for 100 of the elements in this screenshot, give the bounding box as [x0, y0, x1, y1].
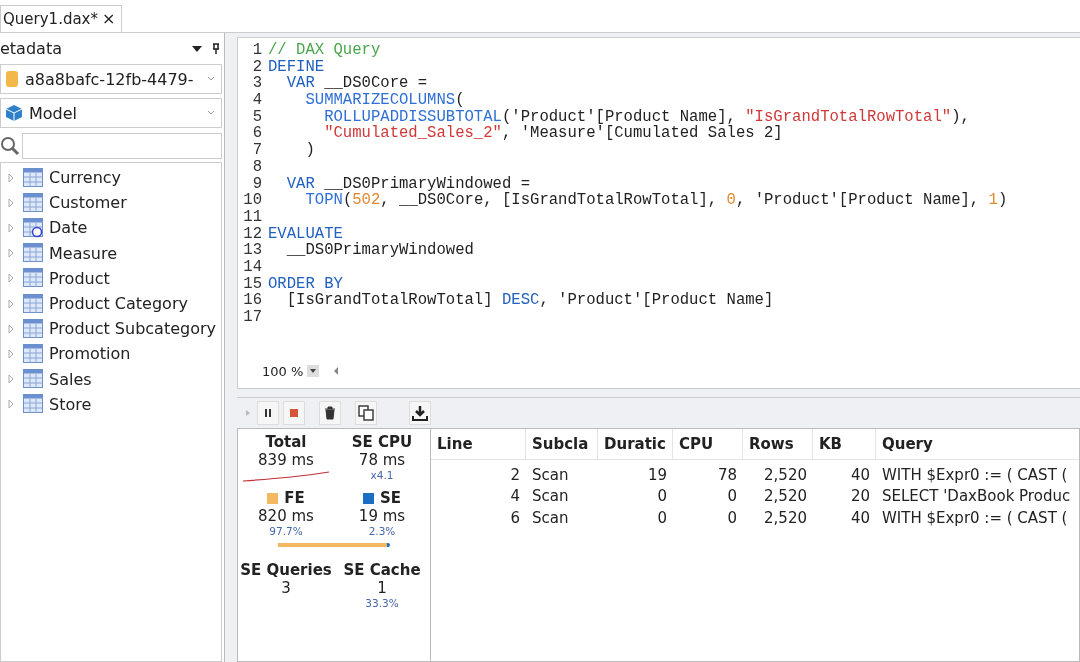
expand-icon[interactable] [7, 323, 15, 334]
line-number: 13 [242, 242, 262, 259]
table-name[interactable]: Customer [49, 193, 127, 213]
stop-icon [289, 407, 299, 419]
column-header[interactable]: CPU [673, 429, 743, 459]
expand-icon[interactable] [7, 248, 15, 259]
column-header[interactable]: Duratic [598, 429, 673, 459]
search-field[interactable] [22, 133, 222, 159]
stat-label: Total [265, 433, 307, 451]
panel-title: etadata [0, 39, 62, 58]
table-cell-text: 2,520 [763, 508, 808, 527]
code-editor[interactable] [237, 37, 1080, 389]
expand-icon[interactable] [7, 399, 15, 410]
query-tab[interactable]: Query1.dax* × [0, 5, 123, 32]
line-number: 1 [251, 42, 262, 59]
table-icon [23, 293, 43, 314]
table-cell-text: WITH $Expr0 := ( CAST ( [881, 508, 1069, 527]
table-name[interactable]: Date [49, 218, 88, 238]
stat-value: 3 [281, 579, 291, 597]
stop-button[interactable] [283, 401, 305, 425]
line-number: 17 [242, 309, 262, 326]
expand-icon[interactable] [7, 172, 15, 183]
code-line: "Cumulated_Sales_2", 'Measure'[Cumulated Sales 2] [323, 125, 783, 143]
table-icon [23, 318, 43, 339]
table-cell-text: 0 [656, 508, 668, 527]
table-name[interactable]: Product Category [49, 294, 188, 314]
export-button[interactable] [409, 401, 431, 425]
cube-icon [5, 104, 23, 122]
line-number: 3 [251, 75, 262, 93]
line-number: 9 [251, 175, 262, 193]
table-name[interactable]: Sales [49, 369, 92, 389]
line-number: 14 [242, 258, 262, 276]
code-line: VAR __DS0Core = [285, 75, 428, 93]
code-line: EVALUATE [268, 225, 343, 243]
stat-label: SE Queries [240, 561, 332, 579]
dropdown-icon[interactable] [192, 44, 202, 53]
table-cell-text: 0 [726, 508, 738, 527]
stat-label: SE [379, 489, 402, 507]
line-number: 8 [251, 158, 262, 176]
table-icon [23, 369, 43, 390]
column-header[interactable]: Rows [743, 429, 813, 459]
table-cell-text: 2,520 [763, 465, 808, 484]
code-line: DEFINE [268, 58, 325, 76]
table-cell-text: Scan [531, 487, 570, 506]
clear-button[interactable] [319, 401, 341, 425]
table-cell-text: Scan [531, 508, 570, 527]
expand-icon[interactable] [7, 298, 15, 309]
table-cell-text: 2 [509, 465, 521, 484]
line-number: 15 [242, 275, 262, 293]
line-number: 4 [251, 92, 262, 109]
copy-icon [358, 405, 374, 421]
expand-icon[interactable] [7, 197, 15, 208]
line-number: 16 [242, 292, 262, 309]
pin-icon[interactable] [212, 43, 220, 54]
column-header[interactable]: Line [431, 429, 526, 459]
table-cell-text: Scan [531, 465, 570, 484]
stat-value: 1 [377, 579, 387, 597]
table-name[interactable]: Product Subcategory [49, 319, 216, 339]
database-dropdown[interactable]: a8a8bafc-12fb-4479- [0, 64, 222, 94]
table-name[interactable]: Store [49, 394, 92, 414]
dropdown-icon[interactable] [307, 365, 320, 378]
table-cell-text: 6 [509, 508, 521, 527]
table-cell-text: 19 [646, 465, 668, 484]
table-cell-text: 40 [849, 465, 871, 484]
scroll-left-icon[interactable] [333, 367, 340, 376]
close-icon[interactable]: × [102, 9, 116, 28]
pause-button[interactable] [257, 401, 279, 425]
code-line: TOPN(502, __DS0Core, [IsGrandTotalRowTotal], 0, 'Product'[Product Name], 1) [304, 192, 1008, 209]
code-line: SUMMARIZECOLUMNS( [304, 92, 465, 109]
table-cell-text: WITH $Expr0 := ( CAST ( [881, 465, 1069, 484]
stat-label: FE [284, 489, 305, 507]
expand-icon[interactable] [7, 222, 15, 233]
code-line: ) [304, 142, 315, 159]
line-number: 11 [242, 208, 262, 226]
stat-label: SE Cache [343, 561, 421, 579]
column-header[interactable]: Subcla [526, 429, 598, 459]
stat-value: 839 ms [258, 451, 314, 469]
expand-icon[interactable] [7, 348, 15, 359]
code-line: ROLLUPADDISSUBTOTAL('Product'[Product Name], "IsGrandTotalRowTotal"), [323, 108, 970, 126]
table-name[interactable]: Product [49, 268, 110, 288]
expand-icon[interactable] [7, 273, 15, 284]
code-line: // DAX Query [268, 42, 381, 59]
code-line: [IsGrandTotalRowTotal] DESC, 'Product'[Product Name] [285, 292, 774, 309]
line-number: 6 [251, 125, 262, 143]
code-line: __DS0PrimaryWindowed [285, 242, 474, 259]
expand-icon[interactable] [7, 374, 15, 385]
table-cell-text: 78 [716, 465, 738, 484]
column-header[interactable]: KB [813, 429, 876, 459]
table-name[interactable]: Promotion [49, 344, 131, 364]
table-name[interactable]: Currency [49, 168, 122, 188]
table-name[interactable]: Measure [49, 243, 117, 263]
table-cell-text: 2,520 [763, 487, 808, 506]
code-line: VAR __DS0PrimaryWindowed = [285, 175, 531, 193]
table-icon [23, 268, 43, 289]
column-header[interactable]: Query [876, 429, 1079, 459]
copy-button[interactable] [355, 401, 377, 425]
code-line: ORDER BY [268, 275, 343, 293]
model-dropdown[interactable]: Model [0, 98, 222, 128]
stat-value: 820 ms [258, 507, 314, 525]
zoom-level[interactable]: 100 % [262, 363, 304, 379]
